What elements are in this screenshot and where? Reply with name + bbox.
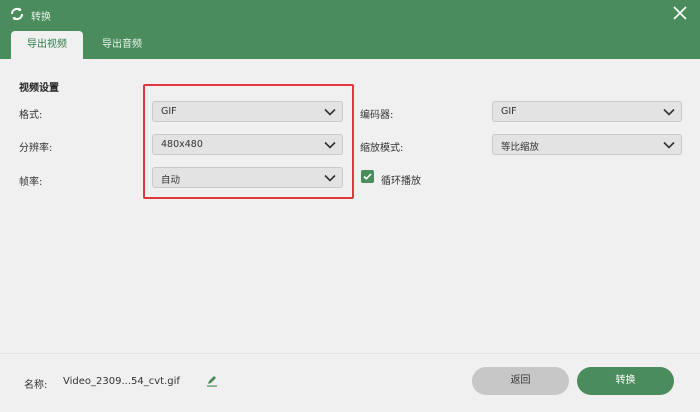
resolution-label: 分辨率:: [19, 143, 53, 154]
chevron-down-icon: [663, 141, 675, 149]
format-label: 格式:: [19, 110, 43, 121]
highlight-box: [143, 84, 354, 199]
tab-export-video[interactable]: 导出视频: [11, 31, 83, 59]
frame-rate-label: 帧率:: [19, 177, 43, 188]
zoom-mode-value: 等比缩放: [501, 142, 540, 153]
section-title-video-settings: 视频设置: [19, 83, 59, 94]
file-name: Video_2309...54_cvt.gif: [63, 376, 180, 387]
refresh-icon: [10, 7, 24, 21]
encoder-value: GIF: [501, 106, 517, 117]
check-icon: [363, 173, 372, 180]
window-title: 转换: [31, 12, 51, 23]
zoom-mode-select[interactable]: 等比缩放: [492, 134, 682, 155]
name-label: 名称:: [24, 380, 48, 391]
encoder-label: 编码器:: [360, 110, 394, 121]
chevron-down-icon: [663, 108, 675, 116]
footer-divider: [0, 353, 700, 354]
encoder-select[interactable]: GIF: [492, 101, 682, 122]
loop-label: 循环播放: [381, 176, 421, 187]
back-button[interactable]: 返回: [472, 367, 569, 395]
convert-button[interactable]: 转换: [577, 367, 674, 395]
title-bar: 转换 导出视频 导出音频: [0, 0, 700, 59]
pencil-edit-icon[interactable]: [206, 375, 218, 387]
loop-checkbox[interactable]: [361, 170, 374, 183]
tab-export-audio[interactable]: 导出音频: [92, 31, 152, 59]
zoom-mode-label: 缩放模式:: [360, 143, 404, 154]
close-icon[interactable]: [672, 5, 688, 21]
